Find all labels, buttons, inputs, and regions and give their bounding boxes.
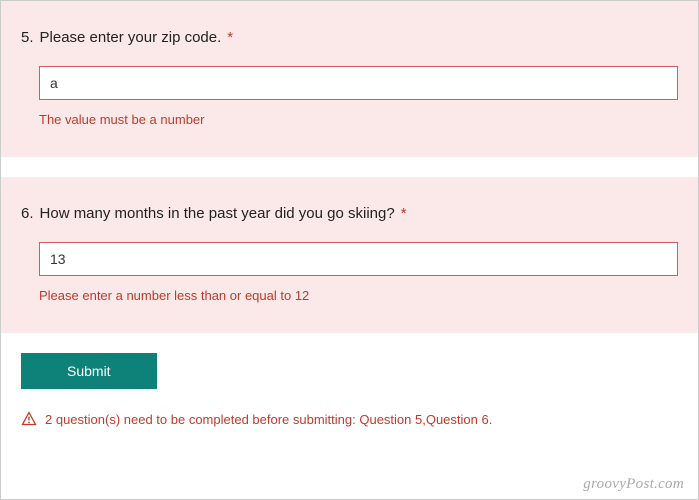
field-error-message: Please enter a number less than or equal… [39, 288, 678, 303]
question-number: 5. [21, 29, 34, 46]
form-error-text: 2 question(s) need to be completed befor… [45, 412, 492, 427]
skiing-months-input[interactable] [39, 242, 678, 276]
question-block-6: 6. How many months in the past year did … [1, 177, 698, 333]
watermark: groovyPost.com [583, 476, 684, 493]
question-block-5: 5. Please enter your zip code. * The val… [1, 1, 698, 157]
form-error-summary: 2 question(s) need to be completed befor… [1, 411, 698, 427]
question-number: 6. [21, 205, 34, 222]
question-label: 6. How many months in the past year did … [21, 205, 678, 222]
submit-button[interactable]: Submit [21, 353, 157, 389]
warning-icon [21, 411, 37, 427]
required-marker: * [401, 205, 407, 222]
zip-code-input[interactable] [39, 66, 678, 100]
question-text: How many months in the past year did you… [40, 205, 395, 222]
question-label: 5. Please enter your zip code. * [21, 29, 678, 46]
required-marker: * [227, 29, 233, 46]
field-error-message: The value must be a number [39, 112, 678, 127]
submit-area: Submit [1, 353, 698, 389]
question-text: Please enter your zip code. [40, 29, 222, 46]
